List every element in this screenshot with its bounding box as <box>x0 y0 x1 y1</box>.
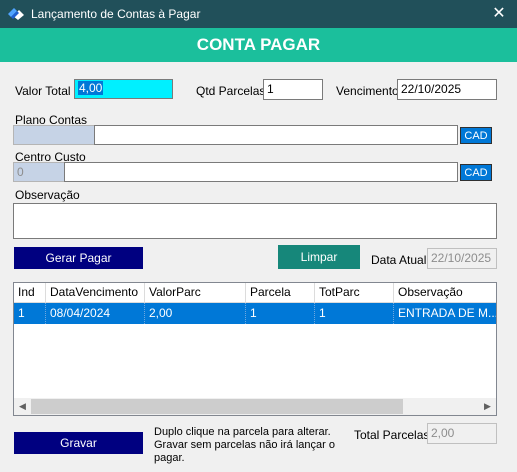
horizontal-scrollbar[interactable]: ◀ ▶ <box>14 398 496 415</box>
grid-header-valor-parc[interactable]: ValorParc <box>145 283 246 303</box>
grid-cell-data-vencimento[interactable]: 08/04/2024 <box>46 303 145 324</box>
valor-total-label: Valor Total <box>15 84 71 98</box>
scroll-left-icon[interactable]: ◀ <box>14 398 31 415</box>
grid-cell-parcela[interactable]: 1 <box>246 303 315 324</box>
centro-custo-description-input[interactable] <box>64 162 458 182</box>
scrollbar-thumb[interactable] <box>31 399 403 414</box>
qtd-parcelas-input[interactable]: 1 <box>263 79 323 100</box>
gerar-pagar-button[interactable]: Gerar Pagar <box>14 247 143 269</box>
grid-cell-ind[interactable]: 1 <box>14 303 46 324</box>
grid-header-data-vencimento[interactable]: DataVencimento <box>46 283 145 303</box>
total-parcelas-input: 2,00 <box>427 423 497 444</box>
page-title: CONTA PAGAR <box>0 28 517 62</box>
app-logo-icon <box>8 8 24 20</box>
grid-header-parcela[interactable]: Parcela <box>246 283 315 303</box>
gravar-button[interactable]: Gravar <box>14 432 143 454</box>
data-atual-input: 22/10/2025 <box>427 248 497 269</box>
grid-header-ind[interactable]: Ind <box>14 283 46 303</box>
grid-header-observacao[interactable]: Observação <box>394 283 496 303</box>
centro-custo-code-input[interactable]: 0 <box>13 162 65 182</box>
window-title: Lançamento de Contas à Pagar <box>31 7 201 21</box>
limpar-button[interactable]: Limpar <box>278 245 360 269</box>
plano-contas-description-input[interactable] <box>94 125 458 145</box>
plano-contas-cad-button[interactable]: CAD <box>460 127 492 144</box>
grid-cell-observacao[interactable]: ENTRADA DE M... <box>394 303 496 324</box>
qtd-parcelas-label: Qtd Parcelas <box>196 84 266 98</box>
grid-cell-tot-parc[interactable]: 1 <box>315 303 394 324</box>
observacao-label: Observação <box>15 188 80 202</box>
table-row[interactable]: 1 08/04/2024 2,00 1 1 ENTRADA DE M... <box>14 303 496 324</box>
vencimento-label: Vencimento <box>336 84 399 98</box>
grid-header: Ind DataVencimento ValorParc Parcela Tot… <box>14 283 496 303</box>
close-icon[interactable]: ✕ <box>484 2 514 26</box>
centro-custo-cad-button[interactable]: CAD <box>460 164 492 181</box>
grid-cell-valor-parc[interactable]: 2,00 <box>145 303 246 324</box>
valor-total-input[interactable]: 4,00 <box>74 79 173 99</box>
data-atual-label: Data Atual <box>371 253 427 267</box>
hint-text: Duplo clique na parcela para alterar. Gr… <box>154 426 335 464</box>
plano-contas-code-input[interactable] <box>13 125 95 145</box>
scroll-right-icon[interactable]: ▶ <box>479 398 496 415</box>
vencimento-input[interactable]: 22/10/2025 <box>397 79 497 100</box>
parcelas-grid[interactable]: Ind DataVencimento ValorParc Parcela Tot… <box>13 282 497 416</box>
grid-header-tot-parc[interactable]: TotParc <box>315 283 394 303</box>
total-parcelas-label: Total Parcelas <box>354 428 430 442</box>
valor-total-value: 4,00 <box>78 81 104 95</box>
observacao-textarea[interactable] <box>13 203 497 239</box>
